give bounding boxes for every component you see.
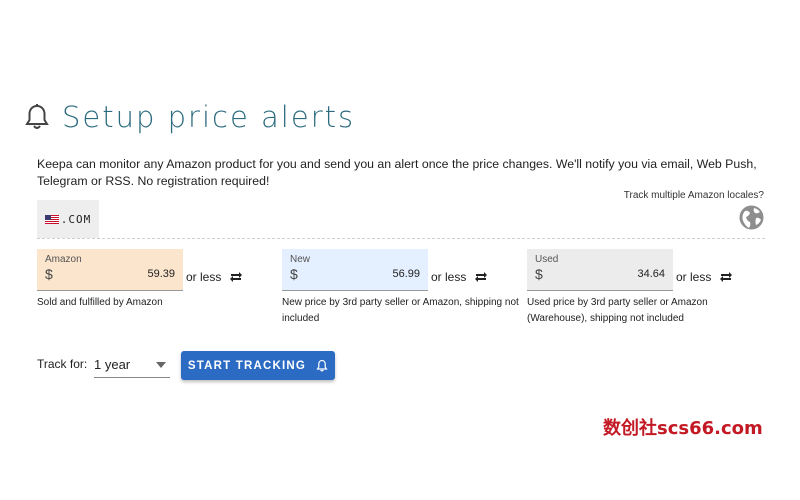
domain-selector[interactable]: .COM	[37, 200, 99, 238]
amazon-price-field[interactable]: Amazon $ 59.39	[37, 249, 183, 291]
or-less-label: or less	[186, 270, 222, 284]
tracking-duration-select[interactable]: 1 year	[94, 352, 170, 378]
page-header: Setup price alerts	[24, 100, 355, 134]
used-or-less: or less	[676, 270, 733, 284]
or-less-label: or less	[676, 270, 712, 284]
used-price-label: Used	[535, 254, 559, 265]
new-price-label: New	[290, 254, 311, 265]
bell-icon	[25, 104, 49, 129]
new-price-field[interactable]: New $ 56.99	[282, 249, 428, 291]
intro-text: Keepa can monitor any Amazon product for…	[37, 157, 757, 188]
page-title: Setup price alerts	[62, 100, 356, 134]
new-price-input[interactable]: 56.99	[392, 268, 420, 280]
currency-symbol: $	[290, 266, 298, 282]
start-tracking-label: START TRACKING	[187, 359, 307, 372]
chevron-down-icon	[156, 361, 166, 368]
domain-label: .COM	[60, 212, 92, 226]
watermark-text: 数创社scs66.com	[603, 418, 763, 439]
amazon-price-label: Amazon	[45, 254, 82, 265]
section-divider	[37, 238, 765, 239]
start-tracking-button[interactable]: START TRACKING	[181, 351, 335, 380]
globe-icon[interactable]	[739, 205, 764, 230]
repeat-icon[interactable]	[719, 271, 733, 283]
track-multiple-locales-link[interactable]: Track multiple Amazon locales?	[624, 190, 764, 201]
repeat-icon[interactable]	[229, 271, 243, 283]
amazon-price-input[interactable]: 59.39	[147, 268, 175, 280]
currency-symbol: $	[45, 266, 53, 282]
new-or-less: or less	[431, 270, 488, 284]
used-price-field[interactable]: Used $ 34.64	[527, 249, 673, 291]
currency-symbol: $	[535, 266, 543, 282]
or-less-label: or less	[431, 270, 467, 284]
used-price-description: Used price by 3rd party seller or Amazon…	[527, 297, 708, 324]
tracking-duration-value: 1 year	[94, 357, 131, 372]
bell-icon	[316, 359, 328, 372]
repeat-icon[interactable]	[474, 271, 488, 283]
amazon-price-description: Sold and fulfilled by Amazon	[37, 297, 163, 308]
amazon-or-less: or less	[186, 270, 243, 284]
used-price-input[interactable]: 34.64	[637, 268, 665, 280]
track-for-label: Track for:	[37, 357, 88, 371]
new-price-description: New price by 3rd party seller or Amazon,…	[282, 297, 519, 324]
us-flag-icon	[44, 214, 59, 224]
